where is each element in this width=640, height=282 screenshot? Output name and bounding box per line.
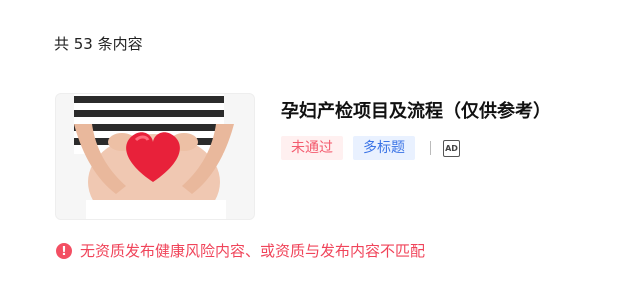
type-badge-multi-title: 多标题 (353, 136, 415, 160)
content-list-page: 共 53 条内容 孕妇产检项目及流程（仅供参考） 未通过 多标题 AD ! 无资… (0, 0, 640, 282)
ad-icon: AD (443, 139, 460, 157)
review-warning: ! 无资质发布健康风险内容、或资质与发布内容不匹配 (56, 240, 425, 261)
pregnant-heart-image (56, 94, 254, 219)
warning-message: 无资质发布健康风险内容、或资质与发布内容不匹配 (80, 242, 426, 260)
content-tags: 未通过 多标题 AD (281, 136, 460, 160)
exclamation-circle-icon: ! (56, 242, 72, 259)
content-thumbnail[interactable] (55, 93, 255, 220)
status-badge-failed: 未通过 (281, 136, 343, 160)
tag-divider (430, 141, 431, 155)
content-card[interactable]: 孕妇产检项目及流程（仅供参考） 未通过 多标题 AD (55, 93, 640, 221)
content-count: 共 53 条内容 (54, 35, 143, 53)
content-title[interactable]: 孕妇产检项目及流程（仅供参考） (281, 97, 551, 123)
